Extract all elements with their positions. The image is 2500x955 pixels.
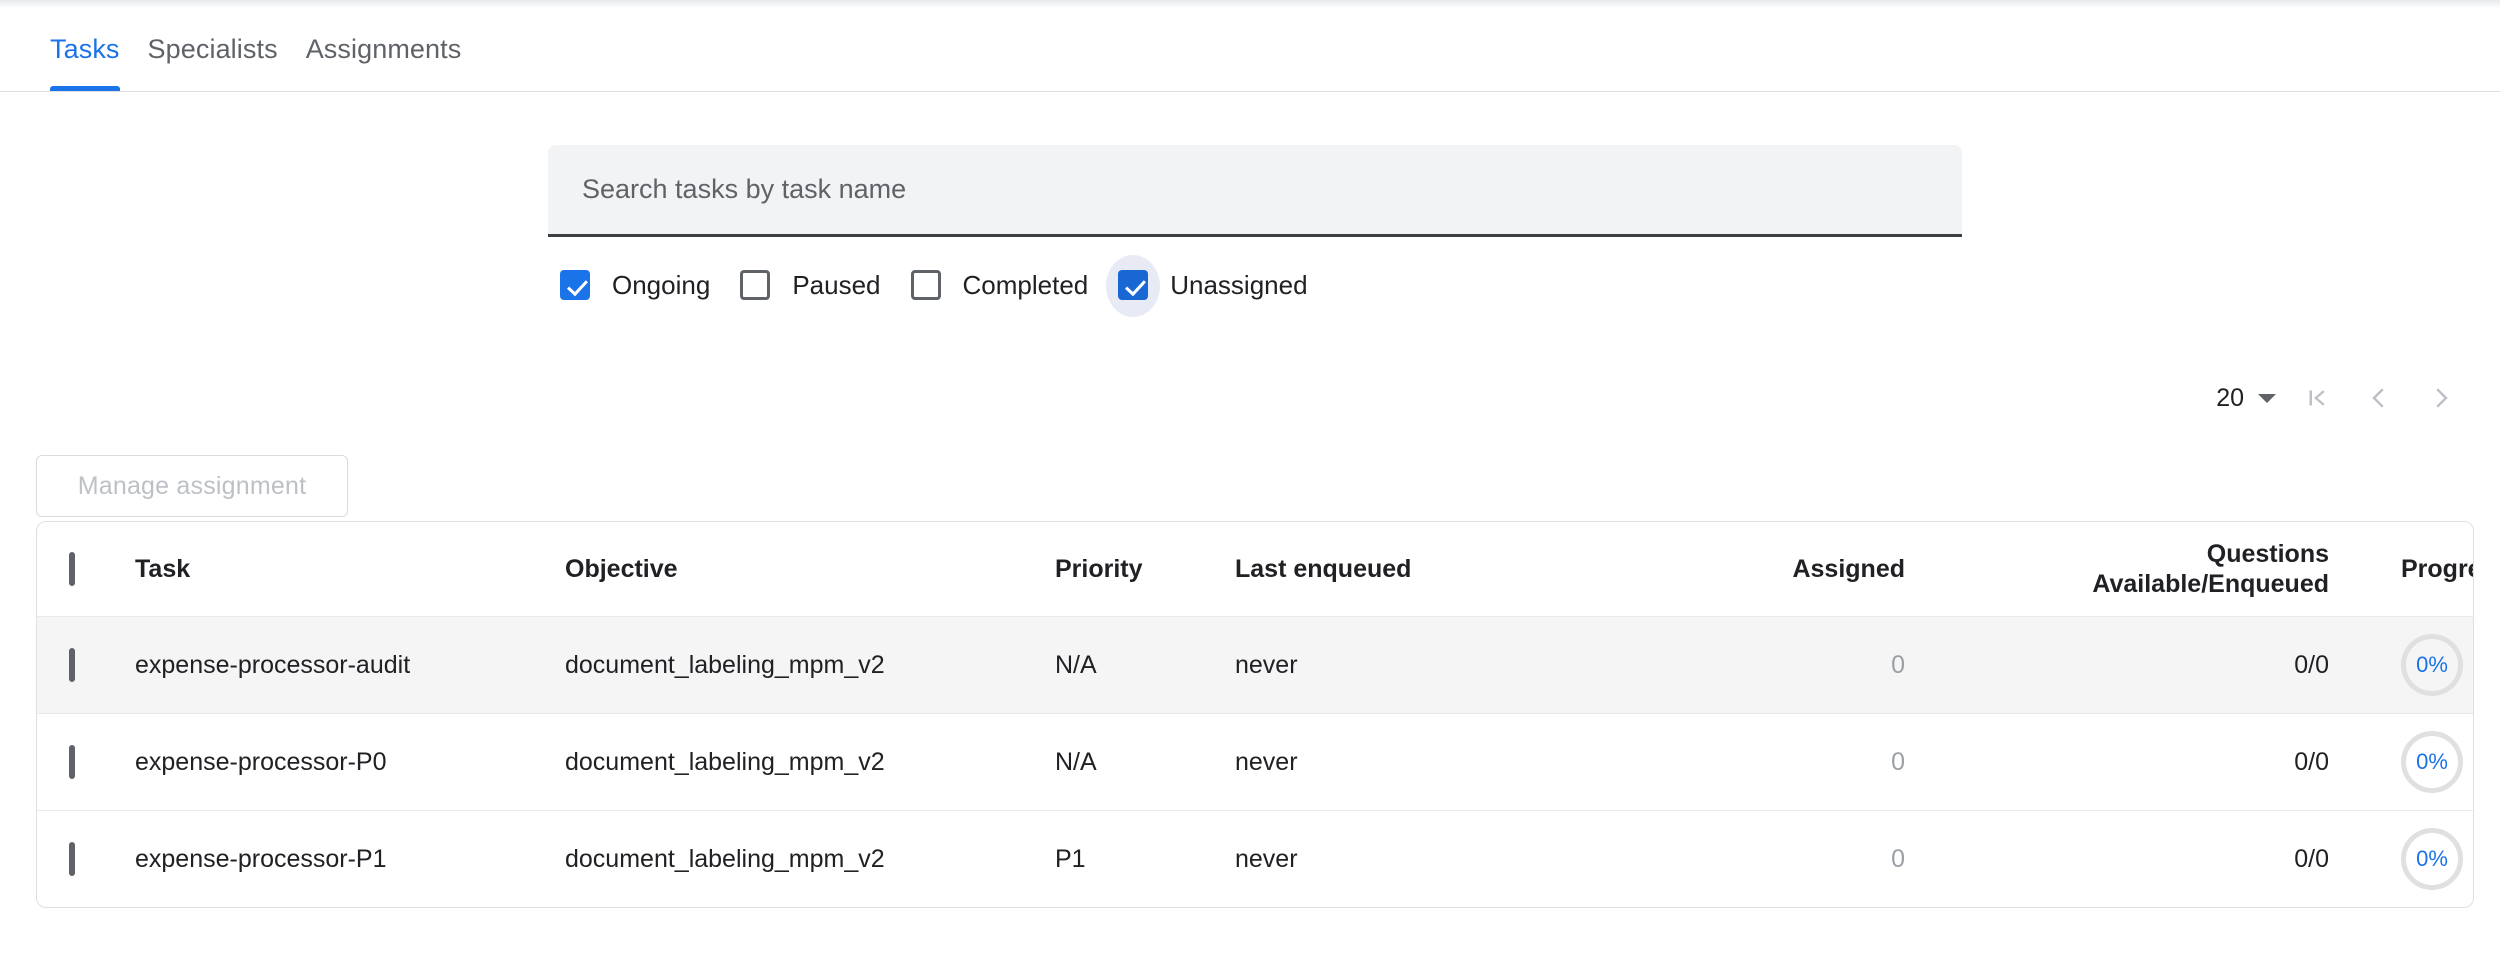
cell-priority: N/A: [1055, 714, 1235, 811]
filter-checkbox-hit-area[interactable]: [548, 258, 602, 312]
filter-paused[interactable]: Paused: [728, 258, 880, 312]
first-page-button[interactable]: [2286, 367, 2348, 429]
row-select-checkbox[interactable]: [69, 842, 75, 876]
tasks-table: Task Objective Priority Last enqueued As…: [37, 522, 2474, 907]
cell-questions: 0/0: [1959, 617, 2367, 714]
search-input[interactable]: [548, 145, 1962, 237]
row-select-checkbox[interactable]: [69, 648, 75, 682]
cell-progress: 0%: [2367, 811, 2474, 908]
row-select-cell: [37, 617, 135, 714]
row-select-cell: [37, 811, 135, 908]
cell-task: expense-processor-P1: [135, 811, 565, 908]
paginator: 20: [2206, 368, 2472, 428]
cell-last-enqueued: never: [1235, 811, 1575, 908]
filter-unassigned[interactable]: Unassigned: [1106, 258, 1307, 312]
column-header-priority[interactable]: Priority: [1055, 522, 1235, 617]
questions-header-line2: Available/Enqueued: [1959, 569, 2329, 600]
cell-assigned: 0: [1575, 811, 1959, 908]
cell-assigned: 0: [1575, 617, 1959, 714]
search-field-container: [548, 145, 1962, 237]
page-size-value: 20: [2216, 384, 2244, 413]
tasks-table-body: expense-processor-auditdocument_labeling…: [37, 617, 2474, 908]
column-header-assigned[interactable]: Assigned: [1575, 522, 1959, 617]
cell-assigned: 0: [1575, 714, 1959, 811]
cell-priority: N/A: [1055, 617, 1235, 714]
next-page-button[interactable]: [2410, 367, 2472, 429]
filter-checkbox-unassigned[interactable]: [1118, 270, 1148, 300]
tab-label: Specialists: [148, 34, 278, 64]
first-page-icon: [2302, 383, 2332, 413]
cell-questions: 0/0: [1959, 714, 2367, 811]
select-all-cell: [37, 522, 135, 617]
filter-label: Ongoing: [612, 270, 710, 301]
table-row[interactable]: expense-processor-P0document_labeling_mp…: [37, 714, 2474, 811]
page-size-selector[interactable]: 20: [2206, 384, 2286, 413]
tasks-table-card: Task Objective Priority Last enqueued As…: [36, 521, 2474, 908]
chevron-right-icon: [2426, 383, 2456, 413]
chevron-down-icon: [2258, 394, 2276, 403]
filter-label: Paused: [792, 270, 880, 301]
cell-progress: 0%: [2367, 714, 2474, 811]
tab-assignments[interactable]: Assignments: [292, 34, 476, 91]
filter-checkbox-hit-area[interactable]: [728, 258, 782, 312]
cell-priority: P1: [1055, 811, 1235, 908]
cell-task: expense-processor-P0: [135, 714, 565, 811]
progress-ring: 0%: [2401, 634, 2463, 696]
status-filter-group: Ongoing Paused Completed Unassigned: [548, 258, 1326, 312]
questions-header-line1: Questions: [1959, 539, 2329, 570]
previous-page-button[interactable]: [2348, 367, 2410, 429]
filter-checkbox-hit-area[interactable]: [1106, 258, 1160, 312]
column-header-task[interactable]: Task: [135, 522, 565, 617]
filter-label: Completed: [963, 270, 1089, 301]
progress-ring: 0%: [2401, 731, 2463, 793]
cell-objective: document_labeling_mpm_v2: [565, 714, 1055, 811]
row-select-checkbox[interactable]: [69, 745, 75, 779]
row-select-cell: [37, 714, 135, 811]
cell-objective: document_labeling_mpm_v2: [565, 617, 1055, 714]
column-header-progress[interactable]: Progress: [2367, 522, 2474, 617]
tab-label: Tasks: [50, 34, 120, 64]
table-row[interactable]: expense-processor-P1document_labeling_mp…: [37, 811, 2474, 908]
progress-ring: 0%: [2401, 828, 2463, 890]
select-all-checkbox[interactable]: [69, 552, 75, 586]
tab-bar: Tasks Specialists Assignments: [0, 8, 2500, 92]
manage-assignment-button[interactable]: Manage assignment: [36, 455, 348, 517]
tab-active-underline: [50, 86, 120, 91]
tab-tasks[interactable]: Tasks: [36, 34, 134, 91]
column-header-questions[interactable]: Questions Available/Enqueued: [1959, 522, 2367, 617]
filter-checkbox-hit-area[interactable]: [899, 258, 953, 312]
filter-checkbox-completed[interactable]: [911, 270, 941, 300]
filter-ongoing[interactable]: Ongoing: [548, 258, 710, 312]
tab-specialists[interactable]: Specialists: [134, 34, 292, 91]
filter-label: Unassigned: [1170, 270, 1307, 301]
cell-progress: 0%: [2367, 617, 2474, 714]
table-header-row: Task Objective Priority Last enqueued As…: [37, 522, 2474, 617]
cell-questions: 0/0: [1959, 811, 2367, 908]
cell-objective: document_labeling_mpm_v2: [565, 811, 1055, 908]
cell-last-enqueued: never: [1235, 617, 1575, 714]
table-row[interactable]: expense-processor-auditdocument_labeling…: [37, 617, 2474, 714]
column-header-objective[interactable]: Objective: [565, 522, 1055, 617]
filter-checkbox-ongoing[interactable]: [560, 270, 590, 300]
cell-task: expense-processor-audit: [135, 617, 565, 714]
chevron-left-icon: [2364, 383, 2394, 413]
filter-checkbox-paused[interactable]: [740, 270, 770, 300]
tab-label: Assignments: [306, 34, 462, 64]
tasks-table-head: Task Objective Priority Last enqueued As…: [37, 522, 2474, 617]
cell-last-enqueued: never: [1235, 714, 1575, 811]
tab-list: Tasks Specialists Assignments: [36, 7, 475, 91]
column-header-last-enqueued[interactable]: Last enqueued: [1235, 522, 1575, 617]
filter-completed[interactable]: Completed: [899, 258, 1089, 312]
